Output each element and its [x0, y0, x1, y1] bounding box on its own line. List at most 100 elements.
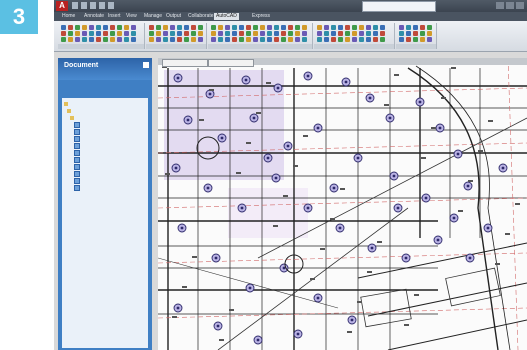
- ribbon-tool-icon[interactable]: [103, 31, 108, 36]
- undo-icon[interactable]: [99, 2, 105, 9]
- ribbon-tool-icon[interactable]: [177, 31, 182, 36]
- ribbon-tool-icon[interactable]: [420, 37, 425, 42]
- ribbon-tool-icon[interactable]: [373, 25, 378, 30]
- ribbon-tool-icon[interactable]: [359, 37, 364, 42]
- ribbon-tool-icon[interactable]: [177, 25, 182, 30]
- ribbon-tool-icon[interactable]: [61, 25, 66, 30]
- ribbon-tool-icon[interactable]: [239, 31, 244, 36]
- ribbon-tool-icon[interactable]: [68, 37, 73, 42]
- ribbon-tool-icon[interactable]: [110, 25, 115, 30]
- ribbon-tool-icon[interactable]: [232, 37, 237, 42]
- ribbon-tool-icon[interactable]: [288, 31, 293, 36]
- ribbon-tool-icon[interactable]: [324, 25, 329, 30]
- ribbon-tool-icon[interactable]: [427, 37, 432, 42]
- ribbon-tool-icon[interactable]: [117, 25, 122, 30]
- ribbon-tool-icon[interactable]: [149, 31, 154, 36]
- ribbon-tool-icon[interactable]: [110, 37, 115, 42]
- ribbon-tool-icon[interactable]: [232, 25, 237, 30]
- ribbon-tab[interactable]: Home: [60, 13, 77, 20]
- ribbon-tool-icon[interactable]: [177, 37, 182, 42]
- ribbon-tool-icon[interactable]: [170, 25, 175, 30]
- ribbon-tool-icon[interactable]: [373, 31, 378, 36]
- ribbon-tool-icon[interactable]: [317, 37, 322, 42]
- ribbon-tool-icon[interactable]: [232, 31, 237, 36]
- ribbon-tool-icon[interactable]: [218, 25, 223, 30]
- ribbon-tool-icon[interactable]: [131, 37, 136, 42]
- ribbon-tool-icon[interactable]: [110, 31, 115, 36]
- ribbon-tool-icon[interactable]: [96, 37, 101, 42]
- ribbon-tool-icon[interactable]: [246, 25, 251, 30]
- ribbon-tool-icon[interactable]: [184, 37, 189, 42]
- ribbon-tool-icon[interactable]: [420, 25, 425, 30]
- ribbon-tab[interactable]: Manage: [142, 13, 164, 20]
- tree-file-item[interactable]: [74, 122, 82, 128]
- ribbon-tool-icon[interactable]: [366, 25, 371, 30]
- ribbon-tool-icon[interactable]: [331, 25, 336, 30]
- ribbon-tool-icon[interactable]: [274, 25, 279, 30]
- drawing-tab[interactable]: [208, 59, 254, 67]
- ribbon-tool-icon[interactable]: [345, 25, 350, 30]
- ribbon-tool-icon[interactable]: [338, 37, 343, 42]
- tree-file-item[interactable]: [74, 143, 82, 149]
- ribbon-tool-icon[interactable]: [427, 31, 432, 36]
- ribbon-tool-icon[interactable]: [149, 37, 154, 42]
- ribbon-tool-icon[interactable]: [163, 37, 168, 42]
- ribbon-tool-icon[interactable]: [281, 31, 286, 36]
- ribbon-tool-icon[interactable]: [345, 31, 350, 36]
- ribbon-tab[interactable]: Output: [164, 13, 183, 20]
- ribbon-tool-icon[interactable]: [131, 25, 136, 30]
- ribbon-tool-icon[interactable]: [117, 37, 122, 42]
- ribbon-tool-icon[interactable]: [413, 25, 418, 30]
- ribbon-tool-icon[interactable]: [96, 31, 101, 36]
- tree-file-item[interactable]: [74, 129, 82, 135]
- save-icon[interactable]: [90, 2, 96, 9]
- ribbon-tool-icon[interactable]: [352, 25, 357, 30]
- ribbon-tab[interactable]: Collaborate: [186, 13, 216, 20]
- ribbon-tool-icon[interactable]: [184, 31, 189, 36]
- ribbon-tool-icon[interactable]: [246, 37, 251, 42]
- ribbon-tab[interactable]: Express: [250, 13, 272, 20]
- ribbon-tool-icon[interactable]: [225, 25, 230, 30]
- tree-file-item[interactable]: [74, 171, 82, 177]
- ribbon-tool-icon[interactable]: [191, 25, 196, 30]
- ribbon-tool-icon[interactable]: [61, 31, 66, 36]
- tree-file-item[interactable]: [74, 178, 82, 184]
- minimize-icon[interactable]: [496, 2, 504, 9]
- ribbon-tool-icon[interactable]: [156, 31, 161, 36]
- ribbon-tab[interactable]: Insert: [106, 13, 123, 20]
- tree-file-item[interactable]: [74, 136, 82, 142]
- ribbon-tool-icon[interactable]: [239, 25, 244, 30]
- ribbon-tool-icon[interactable]: [338, 25, 343, 30]
- ribbon-tool-icon[interactable]: [345, 37, 350, 42]
- ribbon-tool-icon[interactable]: [211, 31, 216, 36]
- ribbon-tool-icon[interactable]: [359, 31, 364, 36]
- ribbon-tool-icon[interactable]: [420, 31, 425, 36]
- ribbon-tool-icon[interactable]: [413, 37, 418, 42]
- ribbon-tool-icon[interactable]: [288, 37, 293, 42]
- ribbon-tool-icon[interactable]: [399, 25, 404, 30]
- ribbon-tool-icon[interactable]: [103, 25, 108, 30]
- ribbon-tool-icon[interactable]: [295, 25, 300, 30]
- ribbon-tool-icon[interactable]: [184, 25, 189, 30]
- ribbon-tool-icon[interactable]: [225, 31, 230, 36]
- ribbon-tool-icon[interactable]: [302, 37, 307, 42]
- ribbon-tool-icon[interactable]: [366, 37, 371, 42]
- ribbon-tool-icon[interactable]: [260, 31, 265, 36]
- ribbon-tool-icon[interactable]: [75, 31, 80, 36]
- ribbon-tool-icon[interactable]: [170, 31, 175, 36]
- drawing-tab[interactable]: [162, 59, 208, 67]
- ribbon-tool-icon[interactable]: [260, 37, 265, 42]
- ribbon-tool-icon[interactable]: [82, 37, 87, 42]
- ribbon-tool-icon[interactable]: [198, 31, 203, 36]
- tree-folder-item[interactable]: [64, 101, 70, 107]
- ribbon-tool-icon[interactable]: [156, 25, 161, 30]
- ribbon-tool-icon[interactable]: [399, 31, 404, 36]
- maximize-icon[interactable]: [506, 2, 514, 9]
- ribbon-tool-icon[interactable]: [61, 37, 66, 42]
- new-file-icon[interactable]: [72, 2, 78, 9]
- ribbon-tool-icon[interactable]: [380, 25, 385, 30]
- ribbon-tool-icon[interactable]: [163, 31, 168, 36]
- ribbon-tool-icon[interactable]: [96, 25, 101, 30]
- ribbon-tool-icon[interactable]: [124, 37, 129, 42]
- ribbon-tool-icon[interactable]: [124, 25, 129, 30]
